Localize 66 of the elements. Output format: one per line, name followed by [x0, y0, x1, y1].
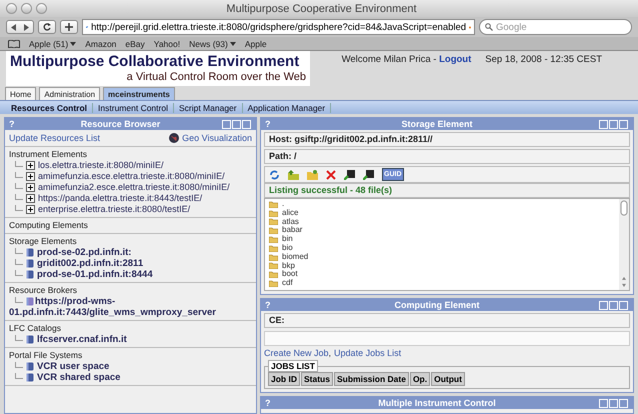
- resource-link[interactable]: VCR user space: [37, 361, 110, 372]
- update-resources-link[interactable]: Update Resources List: [9, 133, 100, 143]
- bookmark-link[interactable]: Apple (51): [29, 38, 76, 48]
- file-name[interactable]: alice: [282, 208, 298, 218]
- url-field[interactable]: http://perejil.grid.elettra.trieste.it:8080/gridsphere/gridsphere?cid=84&JavaScript=enabled: [82, 19, 475, 35]
- nav-tab[interactable]: Administration: [39, 87, 100, 100]
- bookmark-link[interactable]: eBay: [125, 38, 145, 48]
- welcome-text: Welcome Milan Prica - Logout: [342, 54, 472, 67]
- subnav-link[interactable]: Instrument Control: [93, 102, 174, 112]
- file-name[interactable]: cdf: [282, 279, 293, 288]
- window-title: Multipurpose Cooperative Environment: [225, 2, 418, 14]
- separator-text: ,: [328, 348, 332, 358]
- resource-link[interactable]: gridit002.pd.infn.it:2811: [37, 258, 144, 269]
- section-title: LFC Catalogs: [9, 323, 62, 334]
- date-text: Sep 18, 2008 - 12:35 CEST: [485, 54, 602, 67]
- resource-link[interactable]: los.elettra.trieste.it:8080/miniIE/: [38, 160, 164, 171]
- panel-title: Computing Element: [394, 300, 480, 310]
- file-name[interactable]: bin: [282, 235, 293, 244]
- section-title: Storage Elements: [9, 236, 78, 247]
- column-header: Job ID: [268, 372, 300, 386]
- panel-title: Resource Browser: [80, 119, 162, 129]
- path-text: Path: /: [264, 149, 630, 164]
- section-title: Instrument Elements: [9, 149, 88, 160]
- host-text: Host: gsiftp://gridit002.pd.infn.it:2811//: [264, 132, 630, 147]
- panel-title: Multiple Instrument Control: [377, 398, 497, 408]
- update-jobs-link[interactable]: Update Jobs List: [334, 348, 402, 358]
- resource-link[interactable]: https://panda.elettra.trieste.it:8443/testIE/: [38, 193, 202, 204]
- column-header: Op.: [410, 372, 430, 386]
- site-logo: Multipurpose Collaborative Environment a Virtual Control Room over the Web: [6, 51, 310, 86]
- nav-tab[interactable]: Home: [5, 87, 36, 100]
- status-text: Listing successful - 48 file(s): [264, 183, 630, 198]
- geo-visualization-link[interactable]: Geo Visualization: [182, 133, 252, 143]
- jobs-list-legend: JOBS LIST: [268, 360, 318, 372]
- resource-link[interactable]: amimefunzia.esce.elettra.trieste.it:8080/miniIE/: [38, 171, 225, 182]
- file-name[interactable]: atlas: [282, 218, 299, 226]
- section-title: Portal File Systems: [9, 350, 84, 361]
- file-name[interactable]: biomed: [282, 252, 308, 262]
- section-title: Computing Elements: [9, 220, 89, 231]
- column-header: Submission Date: [334, 372, 409, 386]
- subnav-link[interactable]: Resources Control: [6, 102, 94, 112]
- section-title: Resource Brokers: [9, 285, 78, 296]
- create-job-link[interactable]: Create New Job: [264, 348, 329, 358]
- bookmark-link[interactable]: Apple: [244, 38, 267, 48]
- file-name[interactable]: .: [282, 200, 284, 209]
- resource-link[interactable]: prod-se-02.pd.infn.it:: [37, 247, 132, 258]
- panel-title: Storage Element: [400, 119, 474, 129]
- logout-link[interactable]: Logout: [439, 54, 472, 65]
- column-header: Status: [300, 372, 333, 386]
- resource-link[interactable]: amimefunzia2.esce.elettra.trieste.it:8080/miniIE/: [38, 182, 230, 193]
- bookmark-link[interactable]: Yahoo!: [154, 38, 180, 48]
- file-name[interactable]: babar: [282, 226, 302, 236]
- subnav-link[interactable]: Script Manager: [174, 102, 243, 112]
- resource-link[interactable]: VCR shared space: [37, 372, 120, 383]
- bookmark-link[interactable]: News (93): [189, 38, 236, 48]
- column-header: Output: [431, 372, 465, 386]
- subnav-link[interactable]: Application Manager: [242, 102, 332, 112]
- resource-link[interactable]: prod-se-01.pd.infn.it:8444: [37, 269, 153, 280]
- file-name[interactable]: bio: [282, 244, 293, 253]
- resource-link[interactable]: lfcserver.cnaf.infn.it: [37, 334, 127, 345]
- nav-tab[interactable]: mceinstruments: [103, 87, 175, 100]
- file-name[interactable]: boot: [282, 270, 298, 280]
- ce-label: CE:: [264, 313, 630, 328]
- bookmark-link[interactable]: Amazon: [85, 38, 116, 48]
- file-name[interactable]: bkp: [282, 262, 295, 270]
- resource-link[interactable]: enterprise.elettra.trieste.it:8080/testIE/: [38, 204, 190, 215]
- resource-link[interactable]: https://prod-wms-01.pd.infn.it:7443/glite_wms_wmproxy_server: [9, 296, 252, 318]
